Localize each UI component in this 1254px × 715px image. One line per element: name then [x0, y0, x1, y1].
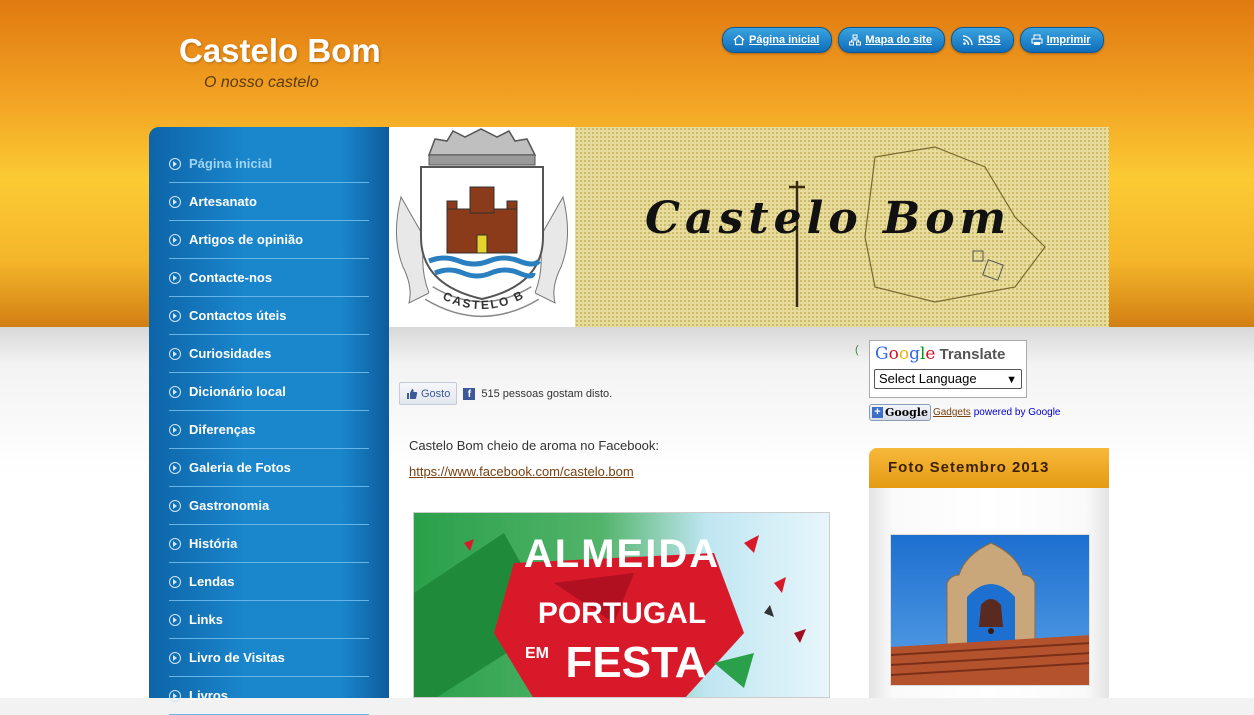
sidebar-item-artigos-de-opiniao[interactable]: Artigos de opinião	[169, 221, 369, 259]
poster-line-festa: FESTA	[566, 638, 707, 687]
sitemap-icon	[849, 34, 862, 46]
arrow-circle-icon	[169, 575, 181, 588]
rss-icon	[962, 35, 973, 46]
sitemap-link-label: Mapa do site	[865, 34, 932, 46]
sidebar-item-label: Artigos de opinião	[189, 232, 304, 247]
arrow-circle-icon	[169, 385, 181, 398]
print-link-label: Imprimir	[1046, 34, 1091, 46]
home-icon	[733, 34, 745, 46]
add-to-google-button[interactable]: + Google	[869, 404, 931, 421]
rss-link[interactable]: RSS	[950, 27, 1014, 53]
sidebar-item-gastronomia[interactable]: Gastronomia	[169, 487, 369, 525]
arrow-circle-icon	[169, 613, 181, 626]
sidebar: Página inicial Artesanato Artigos de opi…	[149, 127, 389, 715]
festival-poster-image: ALMEIDA PORTUGAL EM FESTA	[414, 513, 829, 697]
post-text: Castelo Bom cheio de aroma no Facebook:	[409, 438, 660, 453]
photo-of-month-image[interactable]	[890, 534, 1090, 686]
sidebar-item-livros[interactable]: Livros	[169, 677, 369, 715]
sidebar-item-galeria-de-fotos[interactable]: Galeria de Fotos	[169, 449, 369, 487]
sidebar-nav: Página inicial Artesanato Artigos de opi…	[169, 145, 369, 715]
sidebar-item-diferencas[interactable]: Diferenças	[169, 411, 369, 449]
sidebar-item-label: Dicionário local	[189, 384, 286, 399]
sidebar-item-label: Página inicial	[189, 156, 273, 171]
arrow-circle-icon	[169, 157, 181, 170]
google-translate-widget: Google Translate Select Language ▼	[869, 340, 1027, 398]
facebook-icon: f	[463, 387, 476, 400]
home-link-label: Página inicial	[749, 34, 820, 46]
add-to-google-label: Google	[885, 406, 928, 419]
banner-title: Castelo Bom	[645, 193, 1012, 244]
sidebar-item-livro-de-visitas[interactable]: Livro de Visitas	[169, 639, 369, 677]
poster-line-portugal: PORTUGAL	[538, 597, 706, 630]
sidebar-item-curiosidades[interactable]: Curiosidades	[169, 335, 369, 373]
sidebar-item-label: Links	[189, 612, 223, 627]
language-select[interactable]: Select Language ▼	[874, 369, 1022, 389]
plus-icon: +	[872, 407, 883, 418]
arrow-circle-icon	[169, 233, 181, 246]
sidebar-item-label: Livro de Visitas	[189, 650, 285, 665]
sidebar-item-label: História	[189, 536, 238, 551]
arrow-circle-icon	[169, 271, 181, 284]
language-select-value: Select Language	[879, 371, 977, 386]
thumbs-up-icon	[407, 388, 418, 399]
home-link[interactable]: Página inicial	[722, 27, 833, 53]
poster-line-em: EM	[525, 645, 549, 662]
sidebar-item-lendas[interactable]: Lendas	[169, 563, 369, 601]
gadgets-link[interactable]: Gadgets	[933, 407, 971, 418]
sidebar-item-dicionario-local[interactable]: Dicionário local	[169, 373, 369, 411]
coat-of-arms: CASTELO BOM	[389, 127, 575, 327]
facebook-page-link[interactable]: https://www.facebook.com/castelo.bom	[409, 464, 634, 479]
arrow-circle-icon	[169, 651, 181, 664]
arrow-circle-icon	[169, 499, 181, 512]
sidebar-item-contactos-uteis[interactable]: Contactos úteis	[169, 297, 369, 335]
sidebar-item-links[interactable]: Links	[169, 601, 369, 639]
arrow-circle-icon	[169, 423, 181, 436]
sidebar-item-label: Gastronomia	[189, 498, 270, 513]
rss-link-label: RSS	[977, 34, 1001, 46]
google-translate-title: Google Translate	[875, 344, 1005, 364]
sidebar-item-label: Lendas	[189, 574, 235, 589]
arrow-circle-icon	[169, 347, 181, 360]
coat-of-arms-image: CASTELO BOM	[389, 127, 569, 317]
sidebar-item-label: Galeria de Fotos	[189, 460, 291, 475]
banner-artwork: Castelo Bom	[575, 127, 1109, 327]
google-logo: Google	[875, 344, 936, 364]
chevron-down-icon: ▼	[1006, 374, 1017, 386]
sidebar-item-label: Contactos úteis	[189, 308, 287, 323]
translate-label: Translate	[939, 346, 1006, 363]
poster-line-almeida: ALMEIDA	[524, 532, 720, 576]
print-icon	[1031, 34, 1043, 45]
facebook-like-bar: Gosto f 515 pessoas gostam disto.	[399, 382, 612, 405]
facebook-like-count: 515 pessoas gostam disto.	[481, 387, 613, 400]
print-link[interactable]: Imprimir	[1019, 27, 1104, 53]
sidebar-item-contacte-nos[interactable]: Contacte-nos	[169, 259, 369, 297]
sidebar-item-artesanato[interactable]: Artesanato	[169, 183, 369, 221]
sidebar-item-historia[interactable]: História	[169, 525, 369, 563]
festival-poster[interactable]: ALMEIDA PORTUGAL EM FESTA	[413, 512, 830, 698]
top-links: Página inicial Mapa do site RSS Imprimir	[722, 27, 1104, 53]
arrow-circle-icon	[169, 537, 181, 550]
site-title[interactable]: Castelo Bom	[179, 32, 381, 70]
sidebar-item-label: Contacte-nos	[189, 270, 273, 285]
arrow-circle-icon	[169, 461, 181, 474]
sidebar-item-label: Artesanato	[189, 194, 257, 209]
arrow-circle-icon	[169, 195, 181, 208]
facebook-like-label: Gosto	[421, 387, 451, 400]
sidebar-item-label: Livros	[189, 688, 229, 703]
stray-mark: (	[855, 344, 859, 356]
sidebar-item-label: Curiosidades	[189, 346, 272, 361]
header-banner: CASTELO BOM Castelo Bom	[389, 127, 1109, 327]
sitemap-link[interactable]: Mapa do site	[838, 27, 945, 53]
powered-by-google: powered by Google	[973, 407, 1061, 418]
google-gadgets-row: + Google Gadgets powered by Google	[869, 404, 1060, 421]
arrow-circle-icon	[169, 689, 181, 702]
sidebar-item-label: Diferenças	[189, 422, 256, 437]
photo-of-month-title: Foto Setembro 2013	[869, 448, 1109, 488]
sidebar-item-pagina-inicial[interactable]: Página inicial	[169, 145, 369, 183]
site-subtitle: O nosso castelo	[204, 74, 319, 91]
bell-tower-image	[891, 535, 1089, 685]
arrow-circle-icon	[169, 309, 181, 322]
facebook-like-button[interactable]: Gosto	[399, 382, 458, 405]
